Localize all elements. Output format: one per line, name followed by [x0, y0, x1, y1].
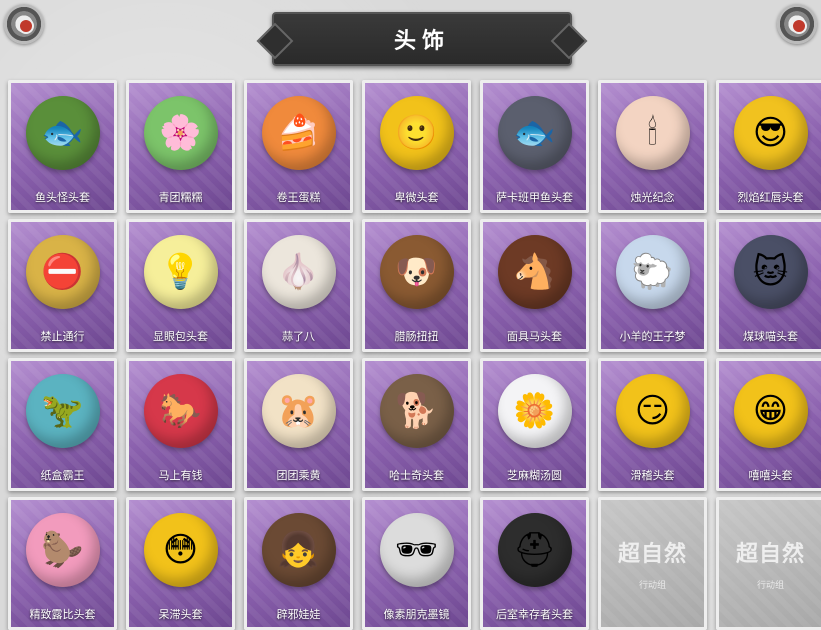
headwear-item-card[interactable]: 🐹 团团乘黄: [244, 358, 353, 491]
headwear-item-card[interactable]: 🐶 腊肠扭扭: [362, 219, 471, 352]
item-name: 马上有钱: [158, 469, 203, 482]
pixel-sunglasses-icon: 🕶: [379, 513, 454, 587]
pink-beaver-icon: 🦫: [25, 513, 100, 587]
item-name: 辟邪娃娃: [276, 608, 321, 621]
item-name: 萨卡班甲鱼头套: [496, 191, 573, 204]
item-name: 芝麻糊汤圆: [507, 469, 562, 482]
item-name: 哈士奇头套: [389, 469, 444, 482]
headwear-item-card[interactable]: 🐟 鱼头怪头套: [8, 80, 117, 213]
roll-cake-icon: 🍰: [261, 96, 336, 170]
headwear-item-card[interactable]: 🐴 面具马头套: [480, 219, 589, 352]
headwear-item-card[interactable]: 🌸 青团糯糯: [126, 80, 235, 213]
doll-head-icon: 👧: [261, 513, 336, 587]
garlic-icon: 🧄: [261, 235, 336, 309]
horse-head-icon: 🐴: [497, 235, 572, 309]
item-name: 禁止通行: [40, 330, 85, 343]
item-name: 团团乘黄: [276, 469, 321, 482]
headwear-item-card[interactable]: 🕯 烛光纪念: [598, 80, 707, 213]
grin-smiley-icon: 😁: [733, 374, 808, 448]
gas-mask-helmet-icon: ⛑: [497, 513, 572, 587]
stare-smiley-icon: 😳: [143, 513, 218, 587]
fluffy-beast-icon: 🐹: [261, 374, 336, 448]
page-title: 头饰: [393, 29, 450, 54]
item-name: 青团糯糯: [158, 191, 203, 204]
headwear-item-card[interactable]: 😎 烈焰红唇头套: [716, 80, 821, 213]
red-horse-icon: 🐎: [143, 374, 218, 448]
headwear-item-card[interactable]: 🐟 萨卡班甲鱼头套: [480, 80, 589, 213]
dog-head-icon: 🐶: [379, 235, 454, 309]
headwear-item-card[interactable]: 🦖 纸盒霸王: [8, 358, 117, 491]
item-name: 显眼包头套: [153, 330, 208, 343]
headwear-item-card[interactable]: 🕶 像素朋克墨镜: [362, 497, 471, 630]
headwear-item-card[interactable]: ⛔ 禁止通行: [8, 219, 117, 352]
sad-smiley-icon: 🙂: [379, 96, 454, 170]
item-name: 像素朋克墨镜: [383, 608, 450, 621]
headwear-item-card[interactable]: 🌼 芝麻糊汤圆: [480, 358, 589, 491]
headwear-item-card[interactable]: 🧄 蒜了八: [244, 219, 353, 352]
headwear-item-card[interactable]: 💡 显眼包头套: [126, 219, 235, 352]
locked-title: 超自然: [617, 542, 688, 567]
headwear-item-card[interactable]: 😏 滑稽头套: [598, 358, 707, 491]
dumpling-flower-icon: 🌼: [497, 374, 572, 448]
yellow-mask-icon: 😎: [733, 96, 808, 170]
headwear-item-card[interactable]: 🐎 马上有钱: [126, 358, 235, 491]
headwear-item-card[interactable]: 🙂 卑微头套: [362, 80, 471, 213]
dinosaur-box-icon: 🦖: [25, 374, 100, 448]
headwear-item-card[interactable]: 🐑 小羊的王子梦: [598, 219, 707, 352]
green-dumpling-icon: 🌸: [143, 96, 218, 170]
locked-item-card[interactable]: 超自然 行动组: [716, 497, 821, 630]
title-banner: 头饰: [272, 12, 572, 66]
item-name: 后室幸存者头套: [496, 608, 573, 621]
item-name: 煤球喵头套: [743, 330, 798, 343]
funny-smiley-icon: 😏: [615, 374, 690, 448]
headwear-item-card[interactable]: 👧 辟邪娃娃: [244, 497, 353, 630]
item-name: 嘻嘻头套: [748, 469, 793, 482]
no-entry-icon: ⛔: [25, 235, 100, 309]
candle-icon: 🕯: [615, 96, 690, 170]
headwear-item-card[interactable]: 🐱 煤球喵头套: [716, 219, 821, 352]
sheep-crown-icon: 🐑: [615, 235, 690, 309]
item-name: 卑微头套: [394, 191, 439, 204]
cat-head-icon: 🐱: [733, 235, 808, 309]
headwear-item-card[interactable]: 🍰 卷王蛋糕: [244, 80, 353, 213]
headwear-item-card[interactable]: 🦫 精致露比头套: [8, 497, 117, 630]
headwear-item-card[interactable]: 😳 呆滞头套: [126, 497, 235, 630]
headwear-item-card[interactable]: 🐕 哈士奇头套: [362, 358, 471, 491]
item-name: 鱼头怪头套: [35, 191, 90, 204]
item-name: 纸盒霸王: [40, 469, 85, 482]
headwear-grid: 🐟 鱼头怪头套 🌸 青团糯糯 🍰 卷王蛋糕 🙂 卑微头套 🐟 萨卡班甲鱼头套 🕯 烛光纪念 😎 烈焰红唇头…: [8, 80, 821, 630]
headwear-item-card[interactable]: 😁 嘻嘻头套: [716, 358, 821, 491]
husky-sunglasses-icon: 🐕: [379, 374, 454, 448]
locked-subtitle: 行动组: [638, 581, 667, 591]
item-name: 小羊的王子梦: [619, 330, 686, 343]
locked-item-card[interactable]: 超自然 行动组: [598, 497, 707, 630]
sacabambaspis-icon: 🐟: [497, 96, 572, 170]
item-name: 精致露比头套: [29, 608, 96, 621]
fish-head-icon: 🐟: [25, 96, 100, 170]
item-name: 烈焰红唇头套: [737, 191, 804, 204]
item-name: 呆滞头套: [158, 608, 203, 621]
headwear-item-card[interactable]: ⛑ 后室幸存者头套: [480, 497, 589, 630]
locked-subtitle: 行动组: [756, 581, 785, 591]
locked-title: 超自然: [735, 542, 806, 567]
settings-compass-button-right[interactable]: [777, 4, 817, 44]
lightbulb-icon: 💡: [143, 235, 218, 309]
item-name: 腊肠扭扭: [394, 330, 439, 343]
item-name: 滑稽头套: [630, 469, 675, 482]
item-name: 卷王蛋糕: [276, 191, 321, 204]
item-name: 烛光纪念: [630, 191, 675, 204]
settings-compass-button-left[interactable]: [4, 4, 44, 44]
item-name: 蒜了八: [282, 330, 315, 343]
item-name: 面具马头套: [507, 330, 562, 343]
